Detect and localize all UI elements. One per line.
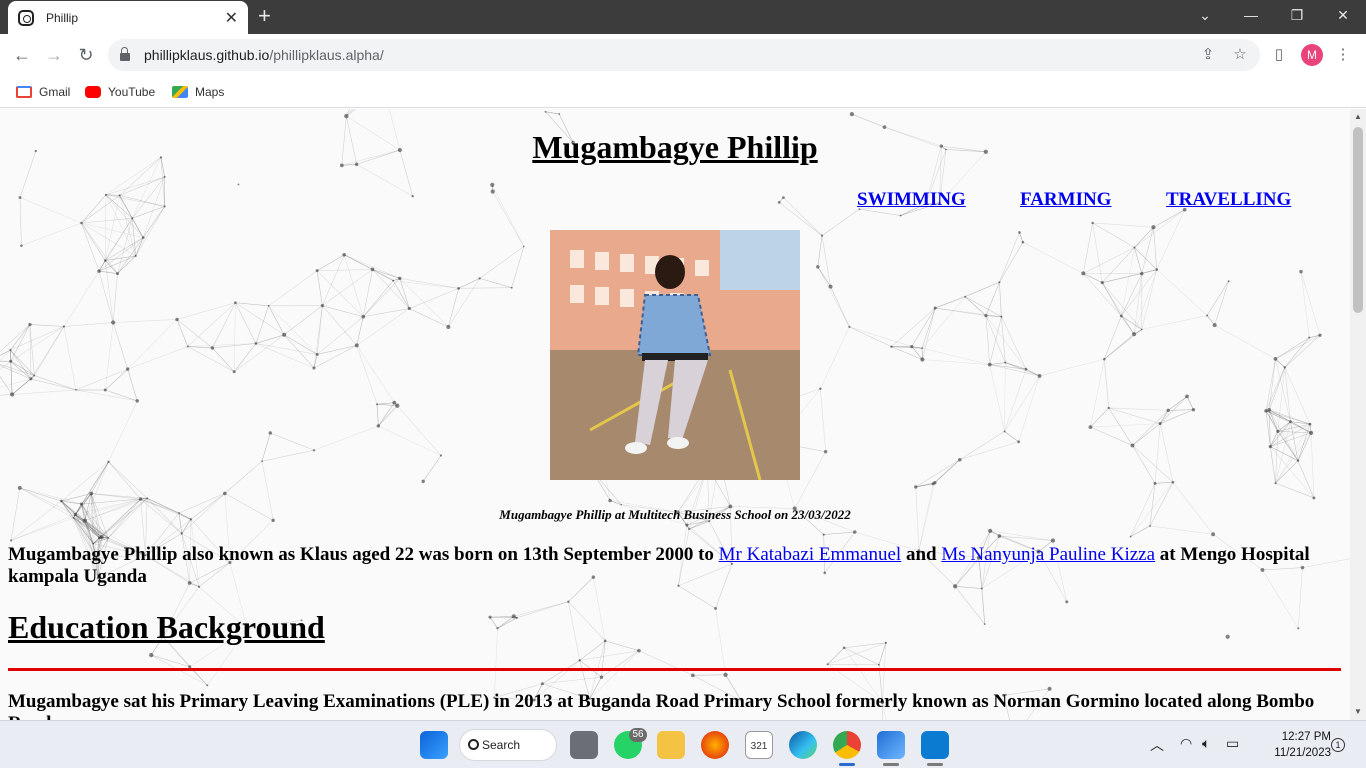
education-paragraph: Mugambagye sat his Primary Leaving Exami…	[8, 691, 1315, 720]
chrome-icon[interactable]	[833, 731, 861, 759]
maps-icon	[172, 86, 188, 98]
link-travelling[interactable]: TRAVELLING	[1166, 189, 1291, 211]
task-view-icon[interactable]	[570, 731, 598, 759]
new-tab-button[interactable]: +	[258, 4, 271, 28]
restore-button[interactable]: ❐	[1274, 0, 1320, 30]
page-scrollbar[interactable]: ▲ ▼	[1350, 109, 1366, 720]
wifi-icon[interactable]: ◠	[1180, 735, 1192, 752]
chrome-active-indicator	[839, 763, 855, 766]
link-swimming[interactable]: SWIMMING	[857, 189, 966, 211]
section-divider	[8, 668, 1341, 671]
share-icon[interactable]: ⇪	[1196, 39, 1220, 71]
photo-caption: Mugambagye Phillip at Multitech Business…	[499, 507, 851, 522]
address-bar[interactable]: phillipklaus.github.io/phillipklaus.alph…	[108, 39, 1260, 71]
file-explorer-icon[interactable]	[657, 731, 685, 759]
bookmark-gmail[interactable]: Gmail	[16, 82, 70, 102]
side-panel-icon[interactable]: ▯	[1266, 42, 1292, 68]
scroll-down-icon[interactable]: ▼	[1350, 704, 1366, 720]
volume-icon[interactable]: 🔈︎	[1202, 735, 1210, 752]
edge-icon[interactable]	[789, 731, 817, 759]
page-title: Mugambagye Phillip	[532, 129, 818, 165]
close-window-button[interactable]: ✕	[1320, 0, 1366, 30]
url-text[interactable]: phillipklaus.github.io/phillipklaus.alph…	[144, 47, 384, 63]
calendar-icon[interactable]: 321	[745, 731, 773, 759]
profile-photo	[550, 230, 800, 480]
tab-strip: Phillip ✕ + ⌄ — ❐ ✕	[0, 0, 1366, 34]
minimize-button[interactable]: —	[1228, 0, 1274, 30]
bookmark-star-icon[interactable]: ☆	[1228, 39, 1252, 71]
lock-icon[interactable]	[120, 47, 130, 61]
notification-badge[interactable]: 1	[1331, 738, 1345, 752]
bookmark-maps[interactable]: Maps	[172, 82, 224, 102]
vscode-indicator	[927, 763, 943, 766]
scrollbar-thumb[interactable]	[1353, 127, 1363, 313]
browser-toolbar: ← → ↻ phillipklaus.github.io/phillipklau…	[0, 34, 1366, 76]
battery-icon[interactable]: ▭	[1226, 735, 1239, 752]
search-icon	[468, 739, 479, 750]
intro-paragraph: Mugambagye Phillip also known as Klaus a…	[8, 544, 1310, 587]
reload-icon[interactable]: ↻	[72, 42, 100, 68]
whatsapp-badge: 56	[629, 728, 647, 742]
close-tab-icon[interactable]: ✕	[225, 8, 238, 28]
page-viewport: Mugambagye Phillip SWIMMING FARMING TRAV…	[0, 109, 1350, 720]
education-heading: Education Background	[8, 609, 325, 645]
youtube-icon	[85, 86, 101, 98]
profile-avatar[interactable]: M	[1301, 44, 1323, 66]
bookmarks-bar: Gmail YouTube Maps	[0, 76, 1366, 108]
link-mother[interactable]: Ms Nanyunja Pauline Kizza	[941, 544, 1155, 565]
link-farming[interactable]: FARMING	[1020, 189, 1111, 211]
instagram-icon	[18, 9, 34, 26]
tab-search-icon[interactable]: ⌄	[1182, 0, 1228, 30]
vscode-icon[interactable]	[921, 731, 949, 759]
forward-icon[interactable]: →	[40, 42, 68, 68]
firefox-icon[interactable]	[701, 731, 729, 759]
windows-start-icon[interactable]	[420, 731, 448, 759]
gmail-icon	[16, 86, 32, 98]
menu-icon[interactable]: ⋮	[1330, 42, 1356, 68]
photos-icon[interactable]	[877, 731, 905, 759]
photos-indicator	[883, 763, 899, 766]
back-icon[interactable]: ←	[8, 42, 36, 68]
taskbar-search[interactable]: Search	[459, 729, 557, 761]
tab-phillip[interactable]: Phillip ✕	[8, 1, 248, 34]
page-content: Mugambagye Phillip SWIMMING FARMING TRAV…	[0, 109, 1350, 720]
bookmark-youtube[interactable]: YouTube	[85, 82, 155, 102]
scroll-up-icon[interactable]: ▲	[1350, 109, 1366, 125]
link-father[interactable]: Mr Katabazi Emmanuel	[719, 544, 902, 565]
taskbar: Search 56 321 ︿ ◠ 🔈︎ ▭ 12:27 PM 11/21/20…	[0, 720, 1366, 768]
system-clock[interactable]: 12:27 PM 11/21/2023	[1255, 729, 1331, 761]
tab-title: Phillip	[46, 10, 79, 25]
show-hidden-icons[interactable]: ︿	[1150, 735, 1164, 755]
